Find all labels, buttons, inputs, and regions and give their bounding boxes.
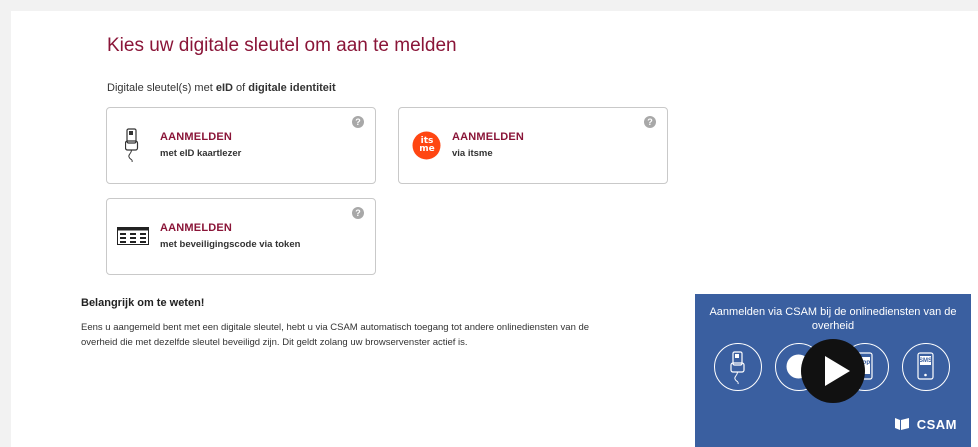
login-eid-card[interactable]: AANMELDEN met eID kaartlezer ? — [106, 107, 376, 184]
token-icon — [117, 227, 149, 245]
csam-logo-text: CSAM — [916, 417, 957, 432]
login-itsme-label: AANMELDEN — [452, 131, 525, 143]
help-icon[interactable]: ? — [644, 116, 656, 128]
card-reader-icon — [714, 343, 762, 391]
video-title: Aanmelden via CSAM bij de onlinediensten… — [709, 306, 957, 332]
card-reader-icon — [125, 128, 139, 162]
sms-label: SMS — [919, 358, 933, 364]
sms-icon: SMS — [902, 343, 950, 391]
help-icon[interactable]: ? — [352, 116, 364, 128]
itsme-logo-text: its me — [419, 136, 435, 154]
play-icon — [825, 356, 850, 386]
note-title: Belangrijk om te weten! — [81, 297, 205, 309]
login-itsme-sub: via itsme — [452, 148, 493, 159]
page-title: Kies uw digitale sleutel om aan te melde… — [107, 35, 457, 56]
note-text: Eens u aangemeld bent met een digitale s… — [81, 322, 590, 348]
login-token-sub: met beveiligingscode via token — [160, 239, 301, 250]
help-icon[interactable]: ? — [352, 207, 364, 219]
login-itsme-card[interactable]: its me AANMELDEN via itsme ? — [398, 107, 668, 184]
login-token-label: AANMELDEN — [160, 222, 233, 234]
page-subtitle: Digitale sleutel(s) met eID of digitale … — [107, 82, 336, 94]
csam-video-thumbnail[interactable]: Aanmelden via CSAM bij de onlinediensten… — [695, 294, 971, 447]
csam-logo-icon — [895, 418, 909, 430]
login-token-card[interactable]: AANMELDEN met beveiligingscode via token… — [106, 198, 376, 275]
play-button[interactable] — [801, 339, 865, 403]
login-eid-label: AANMELDEN — [160, 131, 233, 143]
login-eid-sub: met eID kaartlezer — [160, 148, 242, 159]
